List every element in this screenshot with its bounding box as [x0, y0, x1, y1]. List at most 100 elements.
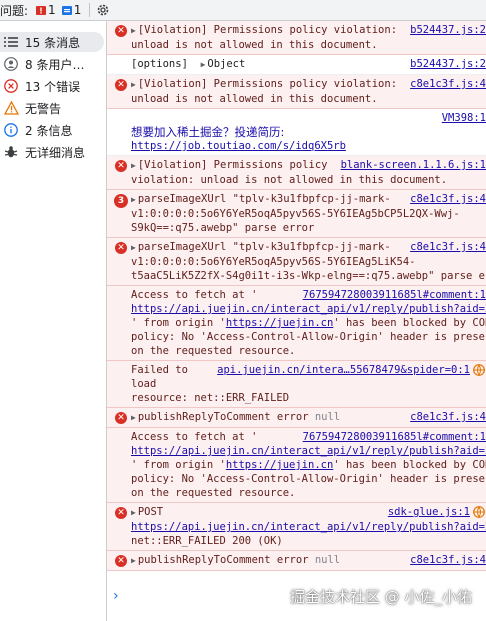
issues-bar: 问题: 1 1	[0, 0, 486, 21]
message-text: [Violation] Permissions policy	[137, 159, 328, 171]
sidebar-item-messages[interactable]: 15 条消息	[0, 32, 104, 52]
console-log-message[interactable]: [options] ▶ Object b524437.js:2	[107, 55, 486, 75]
console-error-message[interactable]: ✕ ▶ publishReplyToComment error null c8e1…	[107, 408, 486, 428]
issues-label: 问题:	[0, 3, 29, 18]
source-link[interactable]: c8e1c3f.js:4	[406, 77, 486, 91]
message-text: v1:0:0:0:0:5o6Y6YeR5oqA5pyv56S-5Y6IEAg5b…	[131, 208, 460, 220]
error-icon: ✕	[115, 25, 127, 37]
source-link[interactable]: 767594728003911685l#comment:1	[298, 430, 486, 444]
repeat-count-badge: 3	[114, 194, 128, 208]
source-link[interactable]: c8e1c3f.js:4	[406, 240, 486, 254]
issues-error-count[interactable]: 1	[36, 3, 56, 17]
console-error-message[interactable]: 3 ▶ parseImageXUrl "tplv-k3u1fbpfcp-jj-ma…	[107, 190, 486, 238]
null-value: null	[314, 411, 341, 423]
source-link[interactable]: blank-screen.1.1.6.js:1	[336, 158, 486, 172]
sidebar-item-label: 13 个错误	[25, 79, 81, 94]
error-icon: ✕	[115, 79, 127, 91]
source-link[interactable]: b524437.js:2	[406, 23, 486, 37]
console-error-message[interactable]: Failed to load resource: net::ERR_FAILED…	[107, 361, 486, 408]
message-text: parseImageXUrl "tplv-k3u1fbpfcp-jj-mark-	[137, 241, 391, 253]
message-text: policy: No 'Access-Control-Allow-Origin'…	[131, 331, 486, 343]
message-text: [options]	[131, 58, 188, 70]
expand-triangle-icon[interactable]: ▶	[131, 554, 136, 568]
message-text: [Violation] Permissions policy violation…	[137, 24, 398, 36]
source-link[interactable]: VM398:1	[437, 111, 486, 125]
expand-triangle-icon[interactable]: ▶	[131, 241, 136, 255]
console-sidebar: 15 条消息 8 条用户… 13 个错误 无警告 2 条信息 无详细消息	[0, 21, 107, 621]
bug-icon	[3, 144, 19, 160]
error-icon: ✕	[115, 412, 127, 424]
issues-error-count-label: 1	[48, 3, 56, 17]
console-error-message[interactable]: ✕ ▶ [Violation] Permissions policy violat…	[107, 21, 486, 55]
expand-triangle-icon[interactable]: ▶	[131, 159, 136, 173]
message-text: parseImageXUrl "tplv-k3u1fbpfcp-jj-mark-	[137, 193, 391, 205]
error-icon: ✕	[115, 507, 127, 519]
sidebar-item-label: 2 条信息	[25, 123, 73, 138]
expand-triangle-icon[interactable]: ▶	[131, 24, 136, 38]
console-messages: ✕ ▶ [Violation] Permissions policy violat…	[107, 21, 486, 621]
source-link[interactable]: c8e1c3f.js:4	[406, 192, 486, 206]
sidebar-item-user-messages[interactable]: 8 条用户…	[3, 54, 101, 74]
user-icon	[3, 56, 19, 72]
message-text: publishReplyToComment error	[137, 411, 309, 423]
message-text: S9kQ==:q75.awebp" parse error	[131, 222, 315, 234]
sidebar-item-verbose[interactable]: 无详细消息	[3, 142, 101, 162]
expand-triangle-icon[interactable]: ▶	[131, 193, 136, 207]
expand-triangle-icon[interactable]: ▶	[131, 506, 136, 520]
message-text: violation: unload is not allowed in this…	[131, 174, 448, 186]
error-flag-icon	[36, 5, 47, 15]
source-link[interactable]: 767594728003911685l#comment:1	[298, 288, 486, 302]
console-error-message[interactable]: ✕ ▶ [Violation] Permissions policy violat…	[107, 75, 486, 109]
source-link[interactable]: c8e1c3f.js:4	[406, 410, 486, 424]
object-preview[interactable]: Object	[207, 58, 245, 70]
message-text: unload is not allowed in this document.	[131, 93, 378, 105]
console-error-message[interactable]: Access to fetch at ' https://api.juejin.…	[107, 428, 486, 503]
console-error-message[interactable]: ✕ ▶ POST https://api.juejin.cn/interact_a…	[107, 503, 486, 551]
message-text: ' from origin '	[131, 317, 226, 329]
message-text: publishReplyToComment error	[137, 554, 309, 566]
expand-triangle-icon[interactable]: ▶	[201, 58, 206, 72]
request-url-link[interactable]: https://api.juejin.cn/interact_api/v1/re…	[131, 303, 486, 315]
expand-triangle-icon[interactable]: ▶	[131, 78, 136, 92]
message-text: net::ERR_FAILED 200 (OK)	[131, 535, 283, 547]
job-link[interactable]: https://job.toutiao.com/s/idq6X5rb	[131, 140, 346, 152]
console-error-message[interactable]: ✕ ▶ publishReplyToComment error null c8e1…	[107, 551, 486, 571]
sidebar-item-info[interactable]: 2 条信息	[3, 120, 101, 140]
expand-triangle-icon[interactable]: ▶	[131, 411, 136, 425]
message-text: [Violation] Permissions policy violation…	[137, 78, 398, 90]
info-flag-icon	[61, 5, 72, 15]
console-error-message[interactable]: ✕ ▶ [Violation] Permissions policy violat…	[107, 156, 486, 190]
source-link[interactable]: api.juejin.cn/intera…55678479&spider=0:1	[213, 363, 470, 377]
issues-info-count[interactable]: 1	[61, 3, 82, 17]
source-link[interactable]: b524437.js:2	[406, 57, 486, 71]
sidebar-item-label: 无警告	[25, 101, 62, 116]
console-log-message[interactable]: 想要加入稀土掘金？投递简历: https://job.toutiao.com/s…	[107, 109, 486, 156]
message-text: ' has been blocked by CORS	[333, 317, 486, 329]
sidebar-item-errors[interactable]: 13 个错误	[3, 76, 101, 96]
error-icon	[3, 78, 19, 94]
message-text: resource: net::ERR_FAILED	[131, 392, 290, 404]
origin-link[interactable]: https://juejin.cn	[226, 317, 333, 329]
source-link[interactable]: c8e1c3f.js:4	[406, 553, 486, 567]
request-url-link[interactable]: https://api.juejin.cn/interact_api/v1/re…	[131, 521, 486, 533]
message-text: t5aaC5LiK5Z2fX-S4g0i1t-i3s-Wkp-elng==:q7…	[131, 270, 486, 282]
console-error-message[interactable]: ✕ ▶ parseImageXUrl "tplv-k3u1fbpfcp-jj-ma…	[107, 238, 486, 286]
message-text: 想要加入稀土掘金？投递简历:	[131, 125, 285, 139]
sidebar-item-label: 无详细消息	[25, 145, 86, 160]
request-url-link[interactable]: https://api.juejin.cn/interact_api/v1/re…	[131, 445, 486, 457]
watermark: 掘金技术社区 @ 小佐_小佑	[289, 588, 472, 606]
message-text: POST	[137, 506, 164, 518]
error-icon: ✕	[115, 555, 127, 567]
console-prompt-icon[interactable]: ›	[113, 588, 119, 604]
message-text: ' has been blocked by CORS	[333, 459, 486, 471]
source-link[interactable]: sdk-glue.js:1	[383, 505, 470, 519]
gear-icon[interactable]	[96, 3, 110, 17]
issues-info-count-label: 1	[73, 3, 82, 17]
error-icon: ✕	[115, 242, 127, 254]
sidebar-item-label: 15 条消息	[25, 35, 81, 50]
origin-link[interactable]: https://juejin.cn	[226, 459, 333, 471]
console-error-message[interactable]: Access to fetch at ' https://api.juejin.…	[107, 286, 486, 361]
toolbar-divider	[89, 3, 91, 17]
network-globe-icon	[473, 506, 485, 522]
sidebar-item-warnings[interactable]: 无警告	[3, 98, 101, 118]
